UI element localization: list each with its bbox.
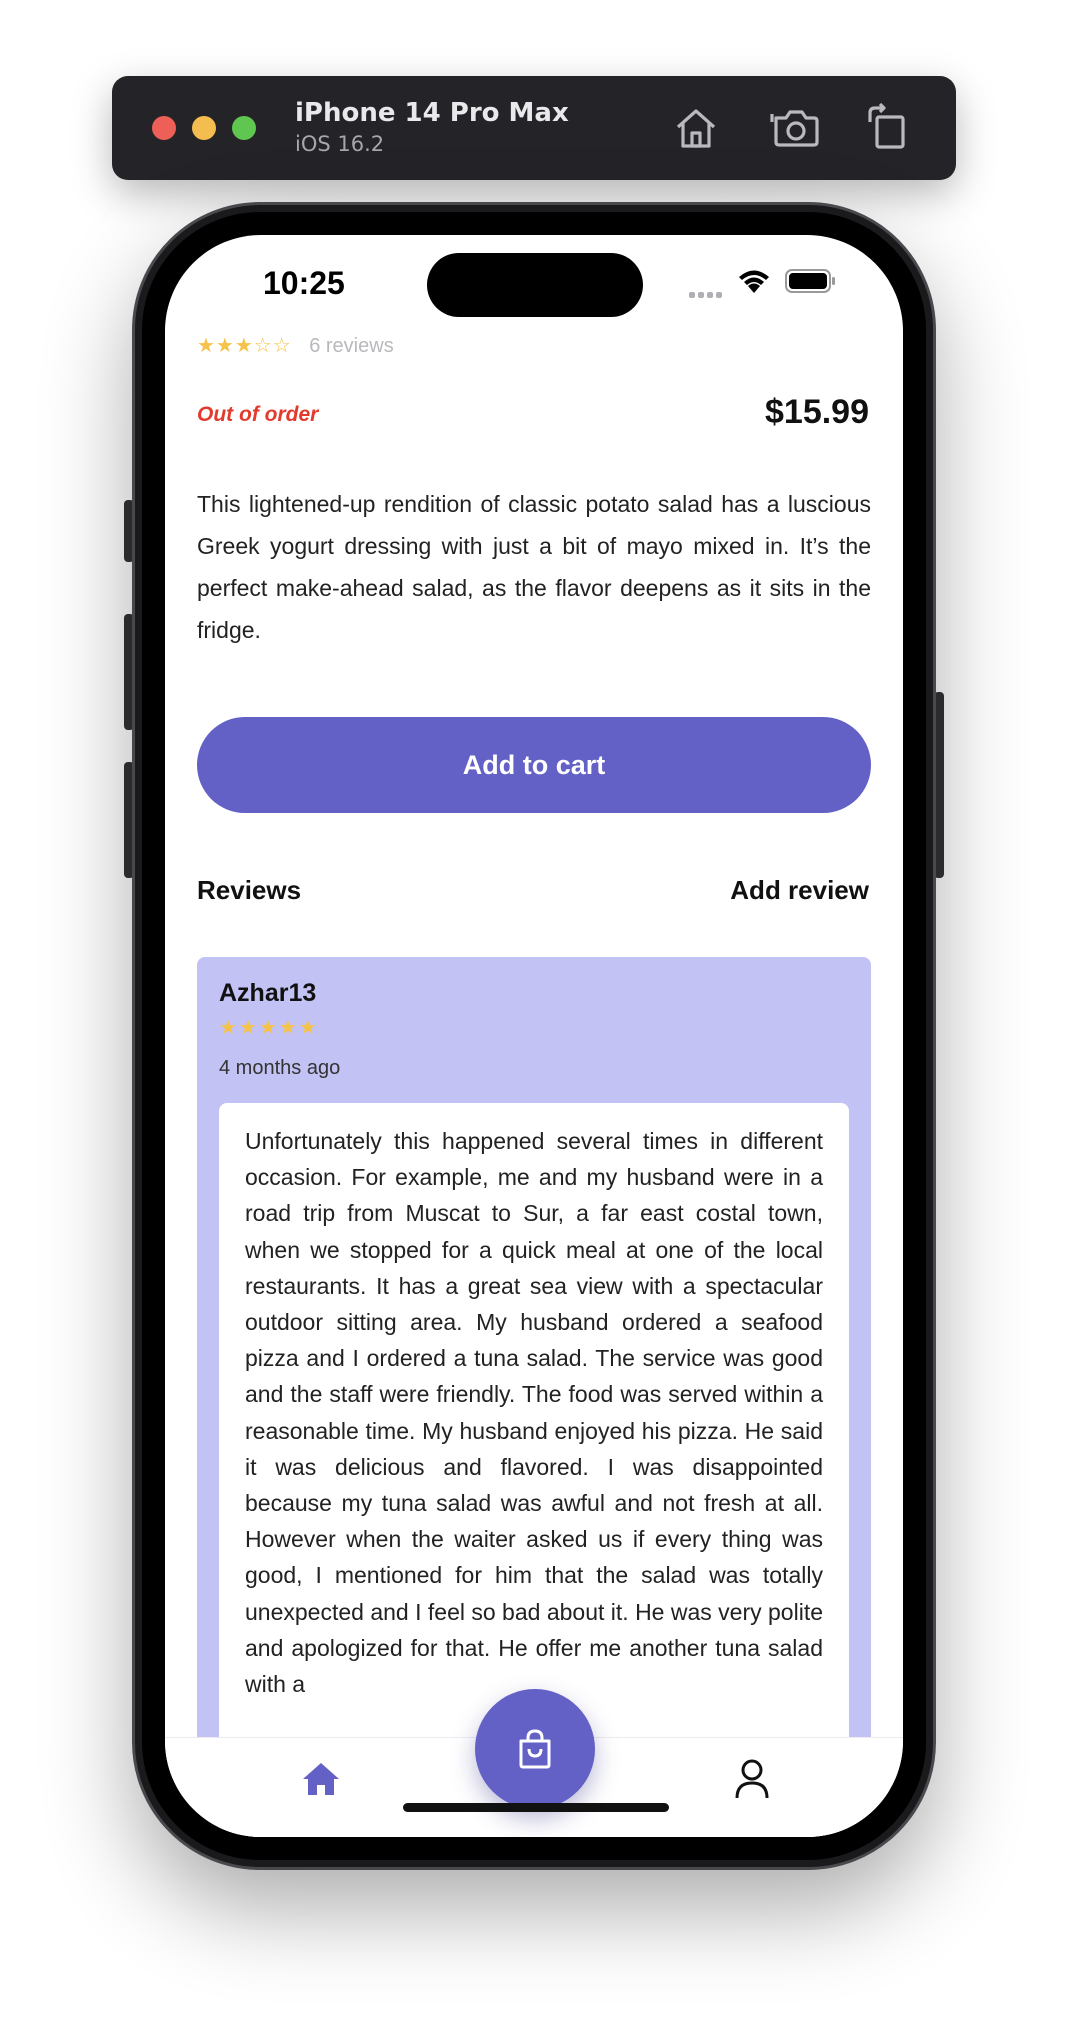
dynamic-island	[427, 253, 643, 317]
status-time: 10:25	[263, 265, 345, 301]
add-review-link[interactable]: Add review	[730, 875, 869, 906]
add-to-cart-button[interactable]: Add to cart	[197, 717, 871, 813]
rotate-icon[interactable]	[862, 102, 914, 154]
review-author: Azhar13	[219, 979, 317, 1007]
cart-bag-icon	[519, 1729, 551, 1769]
os-version: iOS 16.2	[295, 132, 385, 156]
home-icon[interactable]	[301, 1761, 341, 1797]
zoom-window-button[interactable]	[232, 116, 256, 140]
availability-status: Out of order	[197, 403, 319, 426]
product-star-rating: ★★★☆☆	[197, 333, 292, 357]
device-name: iPhone 14 Pro Max	[295, 98, 569, 128]
screenshot-icon[interactable]	[770, 102, 822, 154]
wifi-icon	[739, 270, 769, 293]
battery-icon	[785, 269, 835, 293]
cellular-signal-icon	[689, 285, 725, 303]
profile-icon[interactable]	[735, 1759, 769, 1799]
simulator-toolbar: iPhone 14 Pro Max iOS 16.2	[112, 76, 956, 180]
reviews-heading: Reviews	[197, 875, 302, 905]
review-text: Unfortunately this happened several time…	[245, 1128, 823, 1698]
home-icon[interactable]	[670, 102, 722, 154]
minimize-window-button[interactable]	[192, 116, 216, 140]
simulator-canvas: iPhone 14 Pro Max iOS 16.2 ★★★☆☆ 6 revie…	[0, 0, 1066, 2022]
phone-screen: ★★★☆☆ 6 reviews Out of order $15.99 This…	[165, 235, 903, 1837]
product-description: This lightened-up rendition of classic p…	[197, 491, 871, 643]
home-indicator	[403, 1803, 669, 1812]
review-time: 4 months ago	[219, 1057, 341, 1079]
close-window-button[interactable]	[152, 116, 176, 140]
product-detail-content: ★★★☆☆ 6 reviews Out of order $15.99 This…	[165, 235, 903, 1837]
review-star-rating: ★★★★★	[219, 1015, 319, 1039]
product-price: $15.99	[765, 393, 869, 431]
reviews-count: 6 reviews	[309, 335, 394, 357]
product-rating: ★★★☆☆ 6 reviews	[197, 333, 394, 358]
cart-button[interactable]	[475, 1689, 595, 1809]
